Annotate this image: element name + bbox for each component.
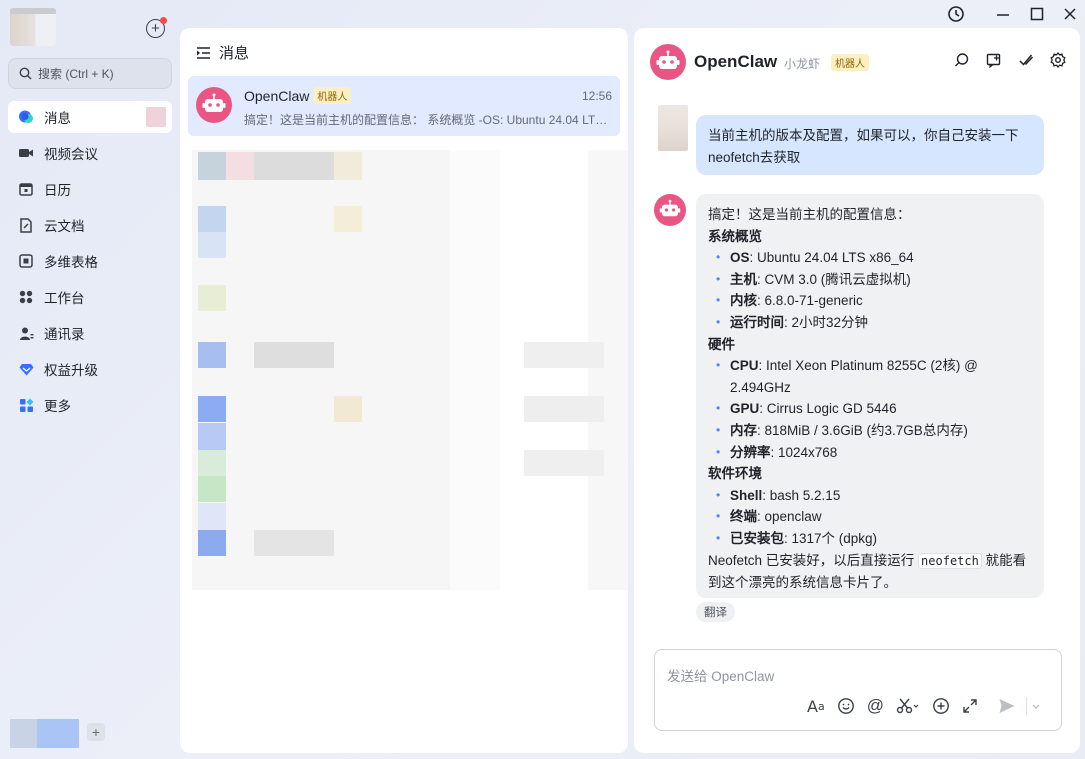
search-icon [19, 67, 32, 80]
close-icon[interactable] [1061, 5, 1079, 23]
bot-message-bubble[interactable]: 搞定！这是当前主机的配置信息： 系统概览 OS: Ubuntu 24.04 LT… [696, 194, 1044, 598]
list-item: 运行时间: 2小时32分钟 [708, 312, 1032, 334]
header-actions [938, 52, 1066, 68]
maximize-icon[interactable] [1028, 5, 1046, 23]
translate-button[interactable]: 翻译 [696, 602, 735, 622]
composer-toolbar: Aa @ [807, 696, 1053, 716]
section-heading: 系统概览 [708, 228, 762, 244]
history-icon[interactable] [947, 5, 965, 23]
add-workspace-icon[interactable]: + [87, 723, 105, 741]
add-circle-icon[interactable]: + [146, 17, 167, 38]
sidebar-item-label: 消息 [44, 111, 71, 126]
list-item: 内核: 6.8.0-71-generic [708, 290, 1032, 312]
minimize-icon[interactable] [994, 5, 1012, 23]
conversation-header: OpenClaw 小龙虾 机器人 [634, 28, 1080, 96]
sidebar-item-label: 日历 [44, 183, 71, 198]
sidebar-item-label: 更多 [44, 399, 71, 414]
chat-name: OpenClaw 机器人 [244, 87, 352, 104]
sidebar-nav: 消息 视频会议 日历 云文档 多维表格 工作台 通讯录 权益升级 更多 [8, 101, 172, 425]
search-chat-icon[interactable] [954, 52, 970, 68]
add-attachment-icon[interactable] [932, 697, 950, 715]
calendar-icon [18, 181, 34, 197]
user-avatar[interactable] [10, 8, 56, 46]
robot-avatar-icon [196, 87, 232, 126]
search-placeholder: 搜索 (Ctrl + K) [38, 67, 114, 81]
composer-placeholder: 发送给 OpenClaw [667, 669, 775, 684]
sidebar: + 搜索 (Ctrl + K) 消息 视频会议 日历 云文档 多维表格 工作台 [0, 0, 180, 759]
search-box[interactable]: 搜索 (Ctrl + K) [8, 58, 172, 89]
chat-item-openclaw[interactable]: OpenClaw 机器人 12:56 搞定！这是当前主机的配置信息： 系统概览 -… [188, 76, 620, 136]
list-item: 终端: openclaw [708, 506, 1032, 528]
sidebar-item-upgrade[interactable]: 权益升级 [8, 353, 172, 385]
sidebar-item-workplace[interactable]: 工作台 [8, 281, 172, 313]
bot-intro: 搞定！这是当前主机的配置信息： [708, 207, 911, 222]
inline-code: neofetch [918, 552, 982, 569]
user-avatar[interactable] [658, 105, 688, 151]
sidebar-item-label: 多维表格 [44, 255, 98, 270]
bot-outro: Neofetch 已安装好，以后直接运行 neofetch 就能看到这个漂亮的系… [708, 552, 1027, 591]
blurred-chat-list [192, 150, 628, 590]
list-item: Shell: bash 5.2.15 [708, 485, 1032, 507]
sidebar-item-messages[interactable]: 消息 [8, 101, 172, 133]
table-icon [18, 253, 34, 269]
chat-preview: 搞定！这是当前主机的配置信息： 系统概览 -OS: Ubuntu 24.04 L… [244, 113, 614, 127]
robot-tag: 机器人 [313, 87, 352, 104]
workspace-avatars[interactable] [10, 719, 79, 748]
sidebar-item-label: 云文档 [44, 219, 85, 234]
conversation-title: OpenClaw [694, 52, 778, 71]
list-item: 主机: CVM 3.0 (腾讯云虚拟机) [708, 269, 1032, 291]
more-grid-icon [18, 397, 34, 413]
chat-time: 12:56 [581, 89, 612, 103]
mention-icon[interactable]: @ [867, 696, 884, 715]
settings-gear-icon[interactable] [1050, 52, 1066, 68]
message-composer[interactable]: 发送给 OpenClaw Aa @ [654, 649, 1062, 731]
chevron-down-icon[interactable] [1031, 697, 1041, 715]
sidebar-item-label: 视频会议 [44, 147, 98, 162]
video-icon [18, 145, 34, 161]
sidebar-item-contacts[interactable]: 通讯录 [8, 317, 172, 349]
scissors-icon[interactable] [896, 697, 920, 715]
diamond-icon [18, 361, 34, 377]
new-topic-icon[interactable] [986, 52, 1002, 68]
collapse-list-icon[interactable] [196, 46, 211, 60]
apps-icon [18, 289, 34, 305]
send-icon[interactable] [998, 697, 1016, 715]
unread-thumbnail [146, 107, 166, 127]
contacts-icon [18, 325, 34, 341]
list-item: OS: Ubuntu 24.04 LTS x86_64 [708, 247, 1032, 269]
robot-tag: 机器人 [831, 54, 869, 71]
robot-avatar-icon[interactable] [650, 44, 686, 83]
list-item: 分辨率: 1024x768 [708, 442, 1032, 464]
chat-bubble-icon [18, 109, 34, 125]
task-check-icon[interactable] [1018, 52, 1034, 68]
sidebar-item-more[interactable]: 更多 [8, 389, 172, 421]
conversation-panel: OpenClaw 小龙虾 机器人 当前主机的版本及配置，如果可以，你自己安装一下… [634, 28, 1080, 753]
robot-avatar-icon[interactable] [654, 194, 686, 229]
toolbar-divider [1025, 697, 1027, 715]
list-title: 消息 [219, 45, 250, 62]
emoji-icon[interactable] [837, 697, 855, 715]
section-heading: 硬件 [708, 336, 735, 352]
sidebar-item-label: 工作台 [44, 291, 85, 306]
sidebar-item-video[interactable]: 视频会议 [8, 137, 172, 169]
sidebar-item-label: 通讯录 [44, 327, 85, 342]
document-icon [18, 217, 34, 233]
message-list-panel: 消息 OpenClaw 机器人 12:56 搞定！这是当前主机的配置信息： 系统概… [180, 28, 628, 753]
notification-dot [160, 17, 167, 24]
sidebar-item-calendar[interactable]: 日历 [8, 173, 172, 205]
list-header: 消息 [196, 42, 249, 63]
sidebar-item-docs[interactable]: 云文档 [8, 209, 172, 241]
user-message-bubble[interactable]: 当前主机的版本及配置，如果可以，你自己安装一下neofetch去获取 [696, 115, 1044, 175]
sidebar-item-bitable[interactable]: 多维表格 [8, 245, 172, 277]
text-format-icon[interactable]: Aa [807, 697, 825, 716]
list-item: CPU: Intel Xeon Platinum 8255C (2核) @ 2.… [708, 355, 1032, 398]
expand-icon[interactable] [962, 697, 978, 715]
section-heading: 软件环境 [708, 466, 762, 482]
sidebar-item-label: 权益升级 [44, 363, 98, 378]
list-item: 已安装包: 1317个 (dpkg) [708, 528, 1032, 550]
conversation-alias: 小龙虾 [784, 57, 821, 71]
list-item: 内存: 818MiB / 3.6GiB (约3.7GB总内存) [708, 420, 1032, 442]
list-item: GPU: Cirrus Logic GD 5446 [708, 398, 1032, 420]
